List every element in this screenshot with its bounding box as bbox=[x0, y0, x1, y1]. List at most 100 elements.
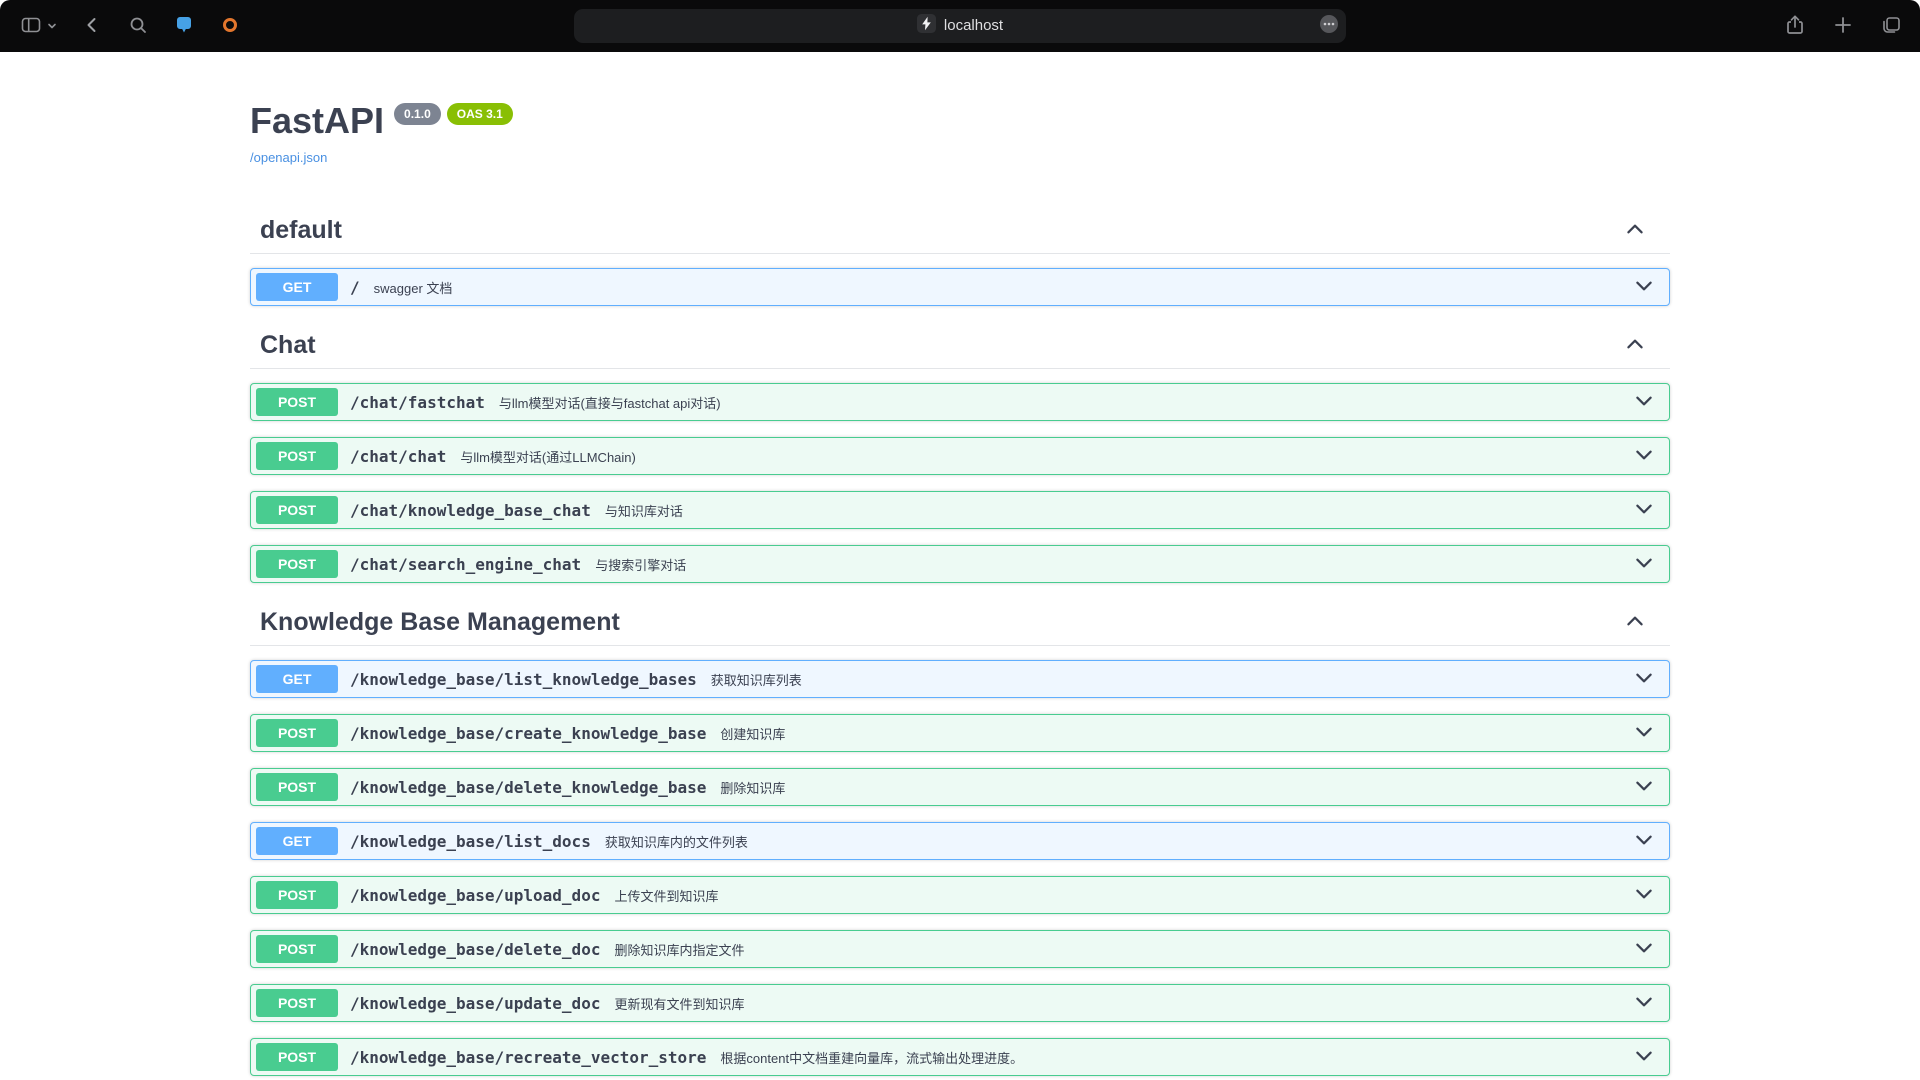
chevron-down-icon bbox=[1633, 444, 1655, 469]
method-badge: POST bbox=[256, 719, 338, 747]
operation-row[interactable]: GET /knowledge_base/list_knowledge_bases… bbox=[250, 660, 1670, 698]
expand-operation-button[interactable] bbox=[1633, 883, 1655, 908]
address-bar[interactable]: localhost bbox=[574, 9, 1346, 43]
expand-operation-button[interactable] bbox=[1633, 829, 1655, 854]
operation-path: /knowledge_base/delete_knowledge_base bbox=[350, 778, 706, 797]
operation-description: 根据content中文档重建向量库，流式输出处理进度。 bbox=[720, 1048, 1023, 1067]
method-badge: POST bbox=[256, 496, 338, 524]
method-badge: POST bbox=[256, 1043, 338, 1071]
chevron-up-icon bbox=[1624, 610, 1646, 635]
back-icon bbox=[82, 15, 102, 38]
section-title: default bbox=[260, 215, 1624, 245]
expand-operation-button[interactable] bbox=[1633, 498, 1655, 523]
version-badge: 0.1.0 bbox=[394, 103, 441, 125]
collapse-section-button[interactable] bbox=[1624, 333, 1646, 358]
operation-path: /knowledge_base/delete_doc bbox=[350, 940, 600, 959]
chevron-down-icon bbox=[1633, 498, 1655, 523]
extension-button-blue[interactable] bbox=[171, 9, 197, 43]
browser-toolbar: localhost bbox=[0, 0, 1920, 52]
expand-operation-button[interactable] bbox=[1633, 444, 1655, 469]
operation-row[interactable]: GET / swagger 文档 bbox=[250, 268, 1670, 306]
extension-button-orange[interactable] bbox=[217, 9, 243, 43]
operation-row[interactable]: POST /knowledge_base/create_knowledge_ba… bbox=[250, 714, 1670, 752]
share-icon bbox=[1785, 14, 1805, 39]
collapse-section-button[interactable] bbox=[1624, 610, 1646, 635]
operation-path: /knowledge_base/list_knowledge_bases bbox=[350, 670, 697, 689]
operation-row[interactable]: POST /knowledge_base/delete_doc 删除知识库内指定… bbox=[250, 930, 1670, 968]
operation-description: 获取知识库内的文件列表 bbox=[605, 832, 748, 851]
expand-operation-button[interactable] bbox=[1633, 721, 1655, 746]
operation-path: /knowledge_base/upload_doc bbox=[350, 886, 600, 905]
chevron-up-icon bbox=[1624, 333, 1646, 358]
operation-row[interactable]: POST /chat/fastchat 与llm模型对话(直接与fastchat… bbox=[250, 383, 1670, 421]
method-badge: POST bbox=[256, 773, 338, 801]
expand-operation-button[interactable] bbox=[1633, 667, 1655, 692]
operation-description: 与知识库对话 bbox=[605, 501, 683, 520]
orange-extension-icon bbox=[221, 16, 239, 37]
expand-operation-button[interactable] bbox=[1633, 991, 1655, 1016]
operations-list: GET /knowledge_base/list_knowledge_bases… bbox=[250, 660, 1670, 1076]
new-tab-button[interactable] bbox=[1830, 9, 1856, 43]
expand-operation-button[interactable] bbox=[1633, 390, 1655, 415]
plus-icon bbox=[1833, 15, 1853, 38]
chevron-down-icon bbox=[1633, 883, 1655, 908]
chevron-down-icon bbox=[1633, 829, 1655, 854]
operation-path: /knowledge_base/create_knowledge_base bbox=[350, 724, 706, 743]
chevron-down-icon bbox=[1633, 937, 1655, 962]
operation-description: 与搜索引擎对话 bbox=[595, 555, 686, 574]
search-icon bbox=[128, 15, 148, 38]
sidebar-toggle-button[interactable] bbox=[18, 9, 59, 43]
operation-row[interactable]: POST /chat/knowledge_base_chat 与知识库对话 bbox=[250, 491, 1670, 529]
chevron-down-icon bbox=[1633, 775, 1655, 800]
method-badge: POST bbox=[256, 550, 338, 578]
api-sections: default GET / swagger 文档 Chat bbox=[250, 207, 1670, 1076]
operation-row[interactable]: POST /knowledge_base/update_doc 更新现有文件到知… bbox=[250, 984, 1670, 1022]
tab-overview-button[interactable] bbox=[1878, 9, 1904, 43]
search-button[interactable] bbox=[125, 9, 151, 43]
api-tag-section: default GET / swagger 文档 bbox=[250, 207, 1670, 306]
operation-description: swagger 文档 bbox=[374, 278, 453, 297]
operation-row[interactable]: POST /knowledge_base/recreate_vector_sto… bbox=[250, 1038, 1670, 1076]
operation-path: /chat/search_engine_chat bbox=[350, 555, 581, 574]
section-header[interactable]: Knowledge Base Management bbox=[250, 599, 1670, 646]
chevron-down-icon bbox=[47, 19, 57, 34]
share-button[interactable] bbox=[1782, 9, 1808, 43]
api-title-text: FastAPI bbox=[250, 100, 384, 142]
method-badge: GET bbox=[256, 827, 338, 855]
expand-operation-button[interactable] bbox=[1633, 937, 1655, 962]
operation-path: /chat/chat bbox=[350, 447, 446, 466]
expand-operation-button[interactable] bbox=[1633, 775, 1655, 800]
expand-operation-button[interactable] bbox=[1633, 275, 1655, 300]
openapi-spec-link[interactable]: /openapi.json bbox=[250, 150, 327, 165]
section-header[interactable]: Chat bbox=[250, 322, 1670, 369]
operation-row[interactable]: POST /chat/search_engine_chat 与搜索引擎对话 bbox=[250, 545, 1670, 583]
back-button[interactable] bbox=[79, 9, 105, 43]
chevron-down-icon bbox=[1633, 1045, 1655, 1070]
tabs-icon bbox=[1880, 15, 1902, 38]
expand-operation-button[interactable] bbox=[1633, 1045, 1655, 1070]
page-title: FastAPI 0.1.0 OAS 3.1 bbox=[250, 100, 1670, 142]
operation-path: / bbox=[350, 278, 360, 297]
operation-description: 上传文件到知识库 bbox=[614, 886, 718, 905]
page-more-button[interactable] bbox=[1319, 16, 1339, 36]
operation-description: 删除知识库 bbox=[720, 778, 785, 797]
operation-description: 创建知识库 bbox=[720, 724, 785, 743]
operation-description: 与llm模型对话(直接与fastchat api对话) bbox=[499, 393, 721, 412]
expand-operation-button[interactable] bbox=[1633, 552, 1655, 577]
method-badge: POST bbox=[256, 388, 338, 416]
operation-row[interactable]: POST /chat/chat 与llm模型对话(通过LLMChain) bbox=[250, 437, 1670, 475]
ellipsis-icon bbox=[1319, 14, 1339, 39]
site-favicon-icon bbox=[917, 14, 936, 38]
chevron-down-icon bbox=[1633, 667, 1655, 692]
operation-row[interactable]: POST /knowledge_base/upload_doc 上传文件到知识库 bbox=[250, 876, 1670, 914]
url-text: localhost bbox=[944, 9, 1003, 43]
section-title: Knowledge Base Management bbox=[260, 607, 1624, 637]
api-info: FastAPI 0.1.0 OAS 3.1 /openapi.json bbox=[250, 100, 1670, 167]
operation-path: /chat/fastchat bbox=[350, 393, 485, 412]
toolbar-right-controls bbox=[1782, 0, 1904, 52]
operation-path: /knowledge_base/recreate_vector_store bbox=[350, 1048, 706, 1067]
section-header[interactable]: default bbox=[250, 207, 1670, 254]
operation-row[interactable]: GET /knowledge_base/list_docs 获取知识库内的文件列… bbox=[250, 822, 1670, 860]
collapse-section-button[interactable] bbox=[1624, 218, 1646, 243]
operation-row[interactable]: POST /knowledge_base/delete_knowledge_ba… bbox=[250, 768, 1670, 806]
